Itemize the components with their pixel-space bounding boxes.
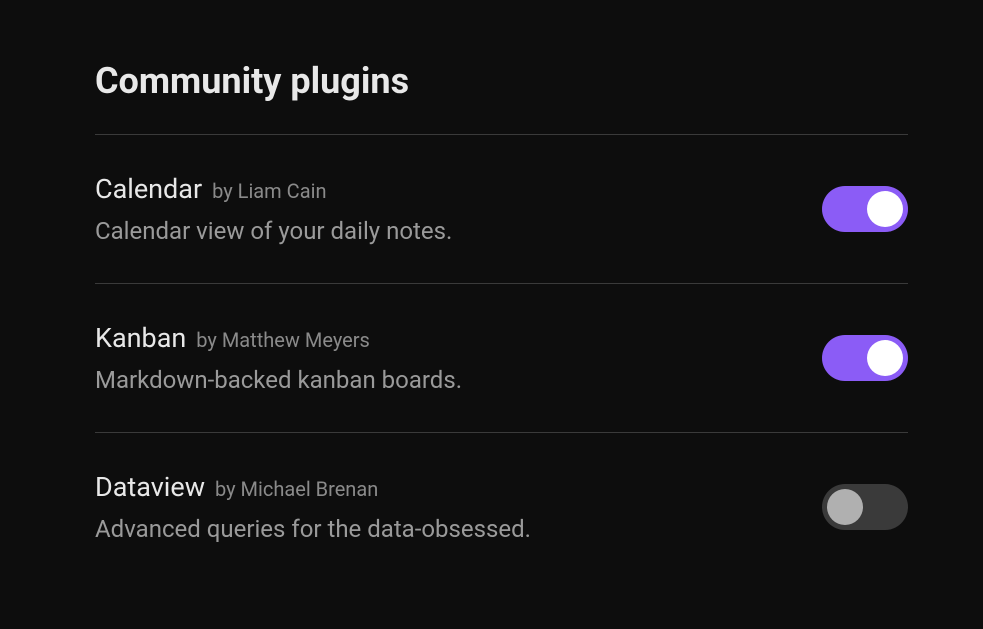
plugin-description: Markdown-backed kanban boards. xyxy=(95,366,822,394)
toggle-dataview[interactable] xyxy=(822,484,908,530)
plugin-description: Advanced queries for the data-obsessed. xyxy=(95,515,822,543)
toggle-knob xyxy=(827,489,863,525)
plugin-header: Dataview by Michael Brenan xyxy=(95,471,822,503)
plugin-description: Calendar view of your daily notes. xyxy=(95,217,822,245)
toggle-knob xyxy=(867,191,903,227)
plugin-name: Calendar xyxy=(95,173,202,205)
plugin-row-calendar: Calendar by Liam Cain Calendar view of y… xyxy=(95,135,908,283)
toggle-kanban[interactable] xyxy=(822,335,908,381)
toggle-knob xyxy=(867,340,903,376)
toggle-calendar[interactable] xyxy=(822,186,908,232)
plugin-author: by Matthew Meyers xyxy=(196,328,370,352)
plugin-info: Calendar by Liam Cain Calendar view of y… xyxy=(95,173,822,245)
plugin-author: by Liam Cain xyxy=(212,179,326,203)
plugin-name: Dataview xyxy=(95,471,205,503)
plugin-row-kanban: Kanban by Matthew Meyers Markdown-backed… xyxy=(95,284,908,432)
plugin-info: Kanban by Matthew Meyers Markdown-backed… xyxy=(95,322,822,394)
plugin-name: Kanban xyxy=(95,322,186,354)
plugin-row-dataview: Dataview by Michael Brenan Advanced quer… xyxy=(95,433,908,581)
plugin-info: Dataview by Michael Brenan Advanced quer… xyxy=(95,471,822,543)
plugin-author: by Michael Brenan xyxy=(215,477,378,501)
page-title: Community plugins xyxy=(95,60,908,102)
plugin-header: Calendar by Liam Cain xyxy=(95,173,822,205)
plugin-header: Kanban by Matthew Meyers xyxy=(95,322,822,354)
